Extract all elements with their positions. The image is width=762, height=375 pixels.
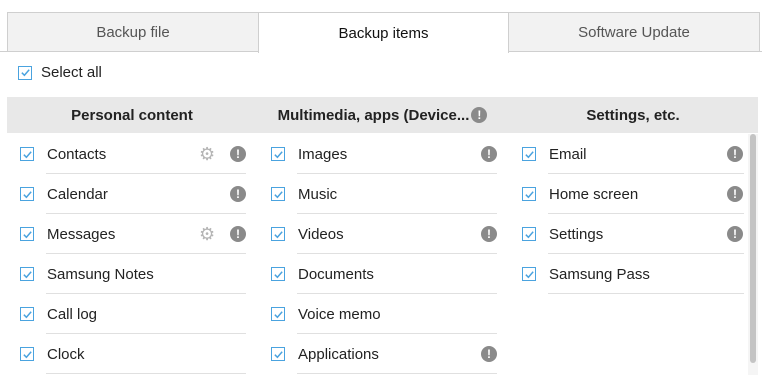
info-icon[interactable]: ! <box>230 186 246 202</box>
list-item-email[interactable]: Email ! <box>522 134 748 174</box>
columns-header: Personal content Multimedia, apps (Devic… <box>7 97 758 133</box>
column-header-personal: Personal content <box>71 106 193 124</box>
checkmark-icon <box>273 350 283 358</box>
list-item-applications[interactable]: Applications ! <box>271 334 501 374</box>
item-label: Samsung Notes <box>47 265 154 283</box>
checkbox[interactable] <box>522 147 536 161</box>
checkbox[interactable] <box>522 267 536 281</box>
list-item-music[interactable]: Music <box>271 174 501 214</box>
item-label: Music <box>298 185 338 203</box>
checkmark-icon <box>22 190 32 198</box>
list-item-clock[interactable]: Clock <box>20 334 250 374</box>
tab-bar: Backup file Backup items Software Update <box>0 0 762 53</box>
checkbox[interactable] <box>271 227 285 241</box>
checkmark-icon <box>273 190 283 198</box>
list-item-voice-memo[interactable]: Voice memo <box>271 294 501 334</box>
info-icon[interactable]: ! <box>481 226 497 242</box>
item-label: Clock <box>47 345 85 363</box>
select-all-checkbox[interactable] <box>18 65 32 80</box>
tab-backup-file[interactable]: Backup file <box>7 12 259 51</box>
checkmark-icon <box>22 310 32 318</box>
tab-backup-items[interactable]: Backup items <box>258 12 509 53</box>
list-item-messages[interactable]: Messages ⚙ ! <box>20 214 250 254</box>
gear-icon[interactable]: ⚙ <box>199 225 215 243</box>
checkbox[interactable] <box>522 227 536 241</box>
checkbox[interactable] <box>271 267 285 281</box>
checkbox[interactable] <box>20 227 34 241</box>
item-label: Settings <box>549 225 604 243</box>
checkbox[interactable] <box>20 187 34 201</box>
item-label: Contacts <box>47 145 107 163</box>
list-item-videos[interactable]: Videos ! <box>271 214 501 254</box>
tab-label: Backup items <box>338 24 429 42</box>
gear-icon[interactable]: ⚙ <box>199 145 215 163</box>
checkbox[interactable] <box>271 147 285 161</box>
checkmark-icon <box>20 69 30 77</box>
checkbox[interactable] <box>271 307 285 321</box>
checkbox[interactable] <box>271 187 285 201</box>
list-item-calendar[interactable]: Calendar ! <box>20 174 250 214</box>
info-icon[interactable]: ! <box>727 146 743 162</box>
column-header-settings: Settings, etc. <box>586 106 680 124</box>
info-icon[interactable]: ! <box>727 226 743 242</box>
list-item-samsung-pass[interactable]: Samsung Pass <box>522 254 748 294</box>
item-label: Applications <box>298 345 379 363</box>
checkmark-icon <box>273 230 283 238</box>
list-item-images[interactable]: Images ! <box>271 134 501 174</box>
item-label: Images <box>298 145 348 163</box>
info-icon[interactable]: ! <box>481 346 497 362</box>
row-divider <box>548 293 744 294</box>
item-label: Messages <box>47 225 116 243</box>
list-item-settings[interactable]: Settings ! <box>522 214 748 254</box>
checkmark-icon <box>273 310 283 318</box>
checkbox[interactable] <box>20 307 34 321</box>
checkmark-icon <box>273 270 283 278</box>
item-label: Home screen <box>549 185 639 203</box>
checkmark-icon <box>22 150 32 158</box>
info-icon[interactable]: ! <box>471 107 488 123</box>
scrollbar[interactable] <box>748 134 758 375</box>
scrollbar-thumb[interactable] <box>750 134 756 363</box>
item-label: Voice memo <box>298 305 381 323</box>
checkmark-icon <box>22 270 32 278</box>
list-item-documents[interactable]: Documents <box>271 254 501 294</box>
checkmark-icon <box>524 190 534 198</box>
list-item-home-screen[interactable]: Home screen ! <box>522 174 748 214</box>
list-item-samsung-notes[interactable]: Samsung Notes <box>20 254 250 294</box>
checkmark-icon <box>22 230 32 238</box>
checkbox[interactable] <box>20 347 34 361</box>
item-label: Email <box>549 145 587 163</box>
list-item-call-log[interactable]: Call log <box>20 294 250 334</box>
checkbox[interactable] <box>20 147 34 161</box>
checkbox[interactable] <box>522 187 536 201</box>
checkmark-icon <box>273 150 283 158</box>
tab-label: Backup file <box>96 23 170 41</box>
tab-software-update[interactable]: Software Update <box>508 12 760 51</box>
info-icon[interactable]: ! <box>230 146 246 162</box>
row-divider <box>46 373 246 374</box>
select-all[interactable]: Select all <box>18 64 102 81</box>
row-divider <box>297 373 497 374</box>
checkmark-icon <box>524 270 534 278</box>
checkbox[interactable] <box>271 347 285 361</box>
item-label: Call log <box>47 305 98 323</box>
checkmark-icon <box>524 230 534 238</box>
item-label: Samsung Pass <box>549 265 650 283</box>
list-item-contacts[interactable]: Contacts ⚙ ! <box>20 134 250 174</box>
info-icon[interactable]: ! <box>727 186 743 202</box>
info-icon[interactable]: ! <box>481 146 497 162</box>
checkmark-icon <box>22 350 32 358</box>
item-label: Documents <box>298 265 374 283</box>
select-all-label: Select all <box>41 64 102 81</box>
checkbox[interactable] <box>20 267 34 281</box>
info-icon[interactable]: ! <box>230 226 246 242</box>
item-label: Calendar <box>47 185 108 203</box>
column-header-multimedia: Multimedia, apps (Device... ! <box>257 97 508 133</box>
checkmark-icon <box>524 150 534 158</box>
item-label: Videos <box>298 225 344 243</box>
tab-label: Software Update <box>578 23 690 41</box>
